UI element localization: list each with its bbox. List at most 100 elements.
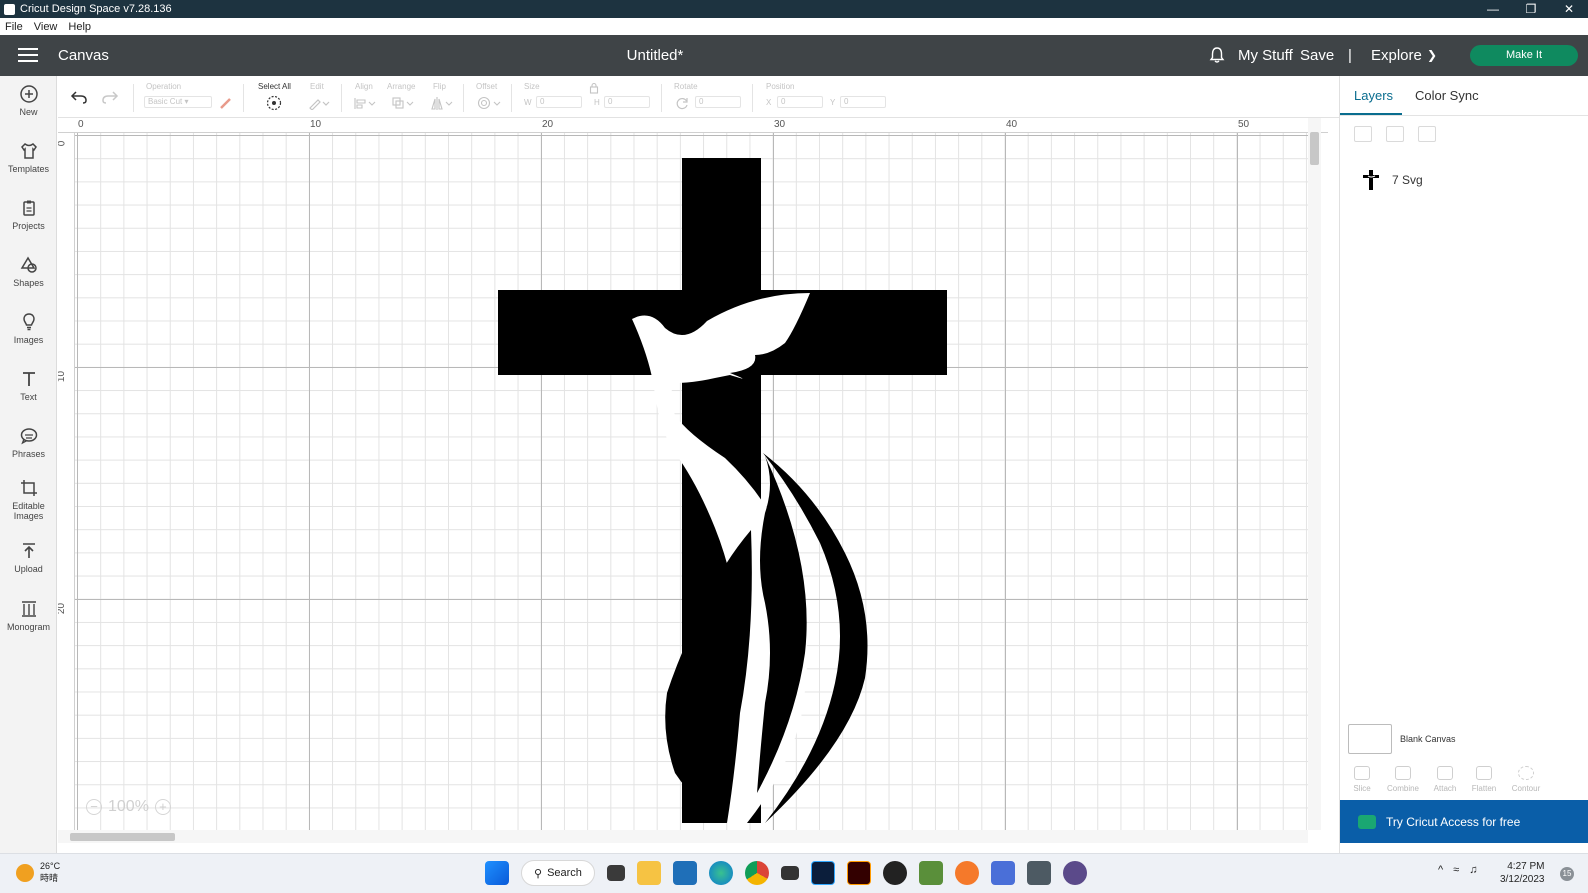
edit-toolbar: Operation Basic Cut ▾ Select All Edit Al… (58, 76, 1339, 118)
file-explorer-icon[interactable] (636, 861, 661, 885)
align-icon[interactable] (353, 96, 377, 110)
duplicate-icon[interactable] (1386, 126, 1404, 142)
explore-dropdown[interactable]: Explore (1371, 47, 1422, 64)
minimize-button[interactable]: — (1474, 0, 1512, 18)
cricut-taskbar-icon[interactable] (1026, 861, 1051, 885)
bell-icon[interactable] (1208, 46, 1226, 64)
hamburger-menu-icon[interactable] (18, 48, 38, 63)
app-icon[interactable] (780, 866, 799, 880)
document-title[interactable]: Untitled* (560, 47, 750, 64)
sidebar-item-phrases[interactable]: Phrases (0, 426, 57, 459)
sidebar-item-editable-images[interactable]: Editable Images (0, 478, 57, 521)
app-icon[interactable] (1062, 861, 1087, 885)
delete-icon[interactable] (1418, 126, 1436, 142)
sidebar-item-label: Monogram (6, 622, 51, 632)
canvas-swatch[interactable] (1348, 724, 1392, 754)
undo-icon[interactable] (70, 89, 88, 105)
tray-overflow-icon[interactable]: ^ (1438, 864, 1443, 876)
weather-icon (16, 863, 34, 882)
horizontal-scrollbar[interactable] (58, 830, 1308, 843)
operation-select[interactable]: Basic Cut ▾ (144, 96, 212, 108)
sidebar-item-monogram[interactable]: Monogram (0, 599, 57, 632)
combine-icon (1395, 766, 1411, 780)
menu-file[interactable]: File (5, 21, 23, 33)
flatten-button[interactable]: Flatten (1464, 764, 1504, 793)
ruler-tick-label: 10 (310, 119, 322, 130)
notification-badge[interactable]: 15 (1560, 867, 1574, 881)
chrome-icon[interactable] (744, 861, 769, 885)
restore-button[interactable]: ❐ (1512, 0, 1550, 18)
tab-color-sync[interactable]: Color Sync (1415, 88, 1479, 103)
contour-button[interactable]: Contour (1506, 764, 1546, 793)
photoshop-icon[interactable] (810, 861, 835, 885)
height-input[interactable]: 0 (604, 96, 650, 108)
edge-icon[interactable] (708, 861, 733, 885)
volume-icon[interactable]: ♫ (1469, 864, 1477, 876)
weather-widget[interactable]: 26°C 時晴 (16, 861, 60, 884)
save-button[interactable]: Save (1300, 47, 1334, 64)
app-header: Canvas Untitled* My Stuff Save | Explore… (0, 35, 1588, 76)
edit-icon[interactable] (308, 96, 330, 110)
chevron-down-icon[interactable]: ❯ (1427, 48, 1437, 62)
redo-icon[interactable] (101, 89, 119, 105)
height-label: H (594, 98, 600, 107)
app-icon[interactable] (990, 861, 1015, 885)
cross-dove-artwork[interactable] (75, 133, 1309, 830)
offset-icon[interactable] (476, 96, 502, 110)
taskbar-apps: ⚲ Search (485, 860, 1087, 886)
sidebar-item-text[interactable]: Text (0, 369, 57, 402)
sidebar-item-upload[interactable]: Upload (0, 541, 57, 574)
sidebar-item-images[interactable]: Images (0, 312, 57, 345)
menu-help[interactable]: Help (68, 21, 91, 33)
y-input[interactable]: 0 (840, 96, 886, 108)
combine-button[interactable]: Combine (1383, 764, 1423, 793)
tool-label: Flatten (1471, 784, 1497, 793)
sidebar-item-templates[interactable]: Templates (0, 141, 57, 174)
blank-canvas-row[interactable]: Blank Canvas (1348, 724, 1456, 754)
sidebar-item-projects[interactable]: Projects (0, 198, 57, 231)
pen-color-icon[interactable] (219, 96, 233, 110)
windows-taskbar: 26°C 時晴 ⚲ Search ^ ≈ ♫ 4:27 PM 3/12/2023 … (0, 853, 1588, 893)
minecraft-icon[interactable] (918, 861, 943, 885)
clipboard-icon (22, 200, 35, 216)
layer-row[interactable]: 7 Svg (1362, 169, 1423, 191)
try-cricut-access-banner[interactable]: Try Cricut Access for free (1340, 800, 1588, 843)
x-input[interactable]: 0 (777, 96, 823, 108)
width-input[interactable]: 0 (536, 96, 582, 108)
rotate-input[interactable]: 0 (695, 96, 741, 108)
make-it-button[interactable]: Make It (1470, 45, 1578, 66)
flip-icon[interactable] (430, 96, 454, 110)
slice-button[interactable]: Slice (1342, 764, 1382, 793)
menu-view[interactable]: View (34, 21, 58, 33)
layer-thumbnail (1363, 170, 1379, 190)
attach-button[interactable]: Attach (1425, 764, 1465, 793)
sidebar-item-shapes[interactable]: Shapes (0, 255, 57, 288)
arrange-icon[interactable] (391, 96, 415, 110)
group-icon[interactable] (1354, 126, 1372, 142)
app-icon[interactable] (882, 861, 907, 885)
arrange-label: Arrange (387, 82, 416, 91)
illustrator-icon[interactable] (846, 861, 871, 885)
vertical-scrollbar[interactable] (1308, 118, 1321, 830)
zoom-out-button[interactable]: − (86, 799, 102, 815)
task-view-icon[interactable] (606, 865, 625, 881)
lock-icon[interactable] (589, 82, 599, 94)
close-button[interactable]: ✕ (1550, 0, 1588, 18)
zoom-in-button[interactable]: + (154, 799, 171, 815)
my-stuff-link[interactable]: My Stuff (1238, 47, 1293, 64)
wifi-icon[interactable]: ≈ (1453, 864, 1459, 876)
windows-start-icon[interactable] (485, 861, 509, 885)
rotate-icon (676, 97, 688, 110)
taskbar-search[interactable]: ⚲ Search (521, 860, 595, 886)
scroll-thumb[interactable] (1310, 132, 1319, 165)
design-canvas[interactable]: 0 10 20 30 40 50 0 10 20 − 100% + (58, 118, 1339, 853)
select-all-icon[interactable] (266, 95, 282, 111)
tab-layers[interactable]: Layers (1354, 88, 1393, 103)
app-icon[interactable] (672, 861, 697, 885)
blender-icon[interactable] (954, 861, 979, 885)
sidebar-item-label: Shapes (13, 278, 44, 288)
select-all-label: Select All (258, 82, 291, 91)
sidebar-item-new[interactable]: New (0, 84, 57, 117)
scroll-thumb[interactable] (70, 833, 175, 841)
clock[interactable]: 4:27 PM 3/12/2023 (1500, 860, 1545, 886)
